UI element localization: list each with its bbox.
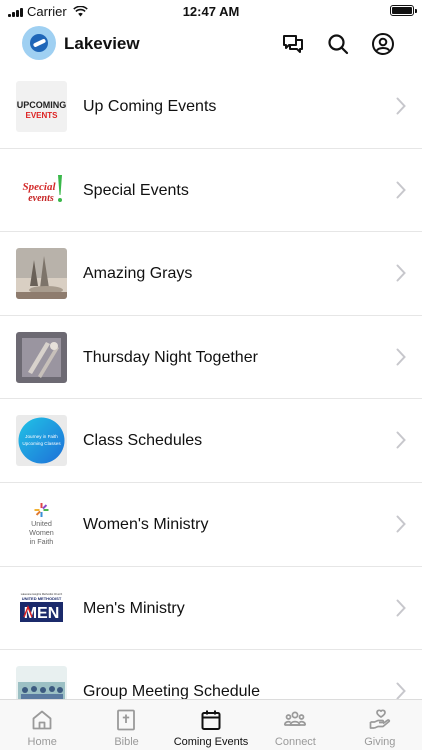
battery-icon (390, 5, 417, 16)
tab-label: Coming Events (173, 736, 249, 748)
list-item-label: Class Schedules (83, 432, 203, 450)
app-header: Lakeview (0, 22, 422, 66)
mens-ministry-thumbnail: Lakeview Heights Methodist Church UNITED… (16, 582, 67, 634)
list-item-mens-ministry[interactable]: Lakeview Heights Methodist Church UNITED… (0, 567, 422, 651)
thumb-text: MEN (24, 605, 60, 622)
chevron-right-icon (396, 682, 406, 699)
thumb-text: events (28, 193, 54, 204)
list-item-thursday-night-together[interactable]: Thursday Night Together (0, 316, 422, 400)
chevron-right-icon (396, 599, 406, 617)
chevron-right-icon (396, 515, 406, 533)
list-item-class-schedules[interactable]: Journey in Faith Upcoming Classes Class … (0, 399, 422, 483)
event-list: UPCOMING EVENTS Up Coming Events Special… (0, 66, 422, 699)
tab-label: Bible (114, 736, 139, 748)
app-title: Lakeview (64, 34, 140, 53)
people-icon (283, 708, 307, 732)
special-events-thumbnail: Special events (16, 164, 67, 216)
thumb-text: UNITED METHODIST (22, 596, 62, 601)
tab-home[interactable]: Home (0, 700, 84, 750)
class-schedules-thumbnail: Journey in Faith Upcoming Classes (16, 415, 67, 467)
list-item-group-meeting-schedule[interactable]: Group Meeting Schedule (0, 650, 422, 699)
list-item-amazing-grays[interactable]: Amazing Grays (0, 232, 422, 316)
giving-hand-heart-icon (368, 708, 392, 732)
thumb-text: United (31, 519, 52, 528)
list-item-label: Men's Ministry (83, 599, 185, 617)
thumb-text: in Faith (30, 537, 54, 546)
list-item-label: Women's Ministry (83, 516, 209, 533)
tab-giving[interactable]: Giving (338, 700, 422, 750)
tab-label: Connect (274, 736, 316, 748)
chevron-right-icon (396, 264, 406, 282)
chevron-right-icon (396, 431, 406, 449)
thumb-text: EVENTS (25, 111, 58, 120)
tab-bible[interactable]: Bible (84, 700, 168, 750)
thumb-text: UPCOMING (17, 100, 67, 110)
chevron-right-icon (396, 97, 406, 115)
list-item-label: Up Coming Events (83, 98, 217, 115)
chevron-right-icon (396, 181, 406, 199)
tab-bar: Home Bible Coming Events Connect Giving (0, 699, 422, 750)
status-time: 12:47 AM (182, 4, 240, 19)
thursday-night-together-thumbnail (16, 331, 67, 383)
search-icon[interactable] (326, 32, 350, 56)
amazing-grays-thumbnail (16, 248, 67, 300)
chevron-right-icon (396, 348, 406, 366)
tab-label: Home (27, 736, 57, 748)
group-meeting-schedule-thumbnail (16, 666, 67, 699)
calendar-icon (199, 708, 223, 732)
list-item-womens-ministry[interactable]: United Women in Faith Women's Ministry (0, 483, 422, 567)
tab-coming-events[interactable]: Coming Events (169, 700, 253, 750)
list-item-label: Thursday Night Together (83, 348, 258, 366)
womens-ministry-thumbnail: United Women in Faith (16, 499, 67, 550)
list-item-label: Amazing Grays (83, 265, 193, 283)
thumb-text: Journey in Faith (25, 434, 58, 439)
church-logo (22, 26, 56, 60)
tab-label: Giving (364, 736, 396, 748)
thumb-text: Upcoming Classes (22, 441, 61, 446)
tab-connect[interactable]: Connect (253, 700, 337, 750)
thumb-text: Women (29, 528, 54, 537)
list-item-upcoming-events[interactable]: UPCOMING EVENTS Up Coming Events (0, 66, 422, 149)
messages-icon[interactable] (281, 32, 305, 56)
profile-icon[interactable] (371, 32, 395, 56)
home-icon (30, 708, 54, 732)
bible-icon (114, 708, 138, 732)
list-item-label: Group Meeting Schedule (83, 683, 260, 699)
list-item-label: Special Events (83, 181, 189, 199)
thumb-text: Special (23, 181, 57, 193)
list-item-special-events[interactable]: Special events Special Events (0, 149, 422, 233)
status-bar: Carrier 12:47 AM (0, 0, 422, 22)
upcoming-events-thumbnail: UPCOMING EVENTS (16, 81, 67, 132)
